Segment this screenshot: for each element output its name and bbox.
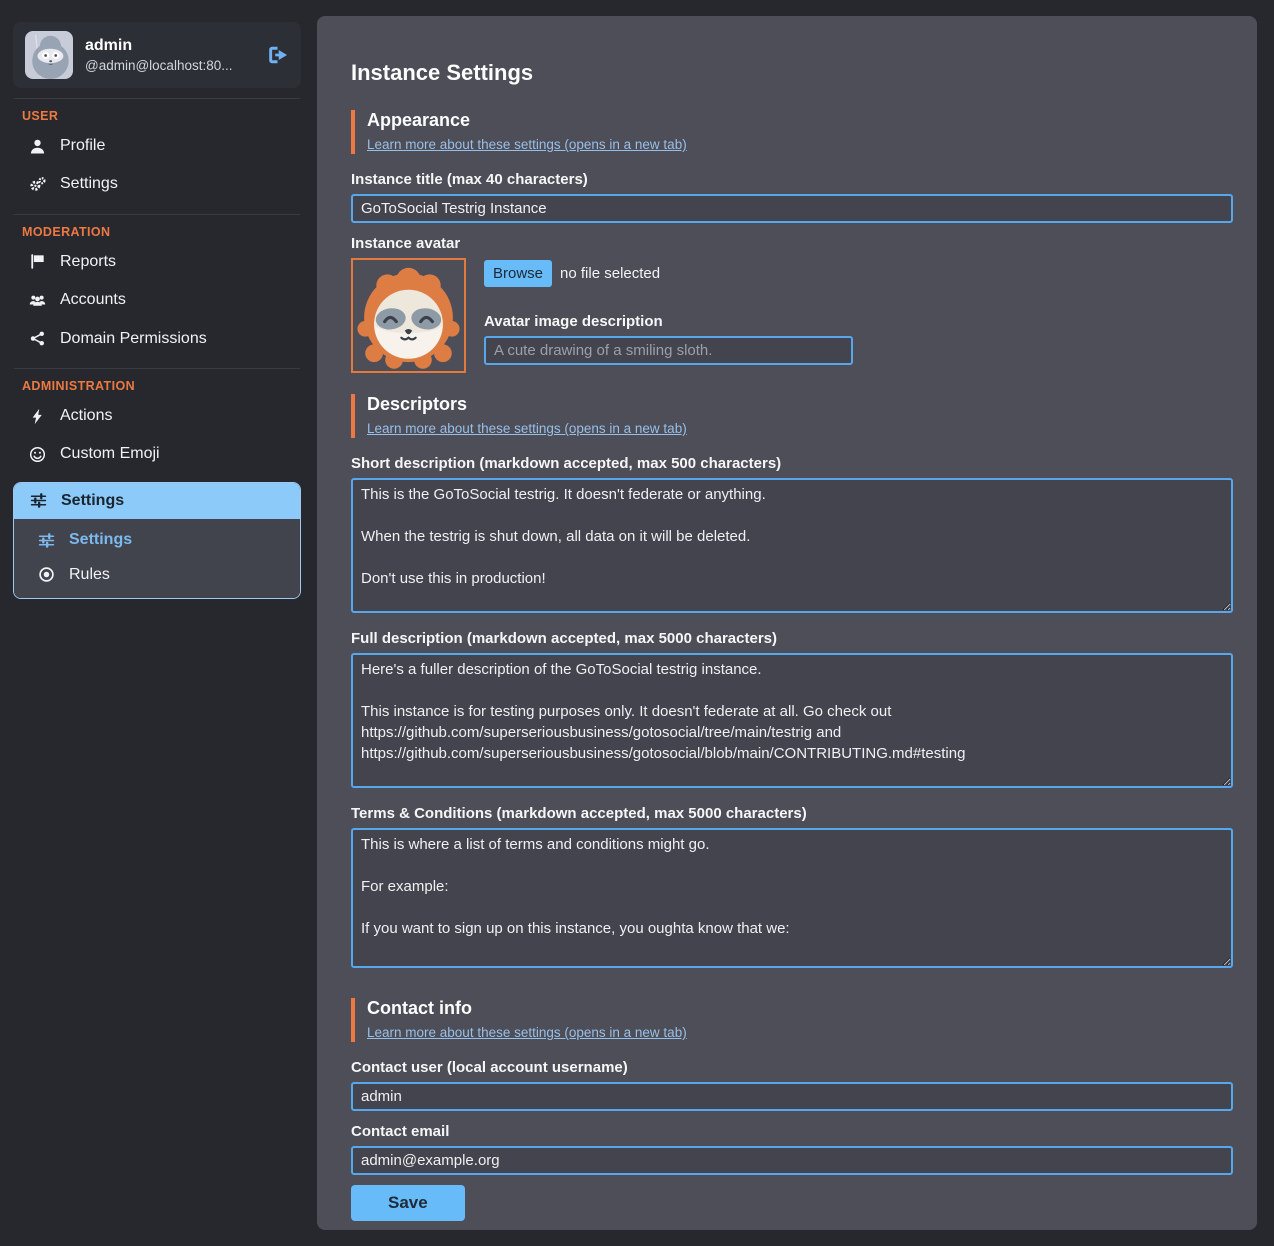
descriptors-learn-more-link[interactable]: Learn more about these settings (opens i… <box>367 421 687 436</box>
page-title: Instance Settings <box>351 60 1233 86</box>
user-icon <box>27 138 47 155</box>
sidebar-item-domain-permissions[interactable]: Domain Permissions <box>13 320 301 358</box>
smiley-icon <box>27 446 47 463</box>
instance-title-label: Instance title (max 40 characters) <box>351 171 1233 188</box>
sidebar: admin @admin@localhost:80... USER Profil… <box>13 22 301 599</box>
sidebar-item-label: Accounts <box>60 291 126 309</box>
instance-title-input[interactable] <box>351 194 1233 223</box>
user-name: admin <box>85 37 232 55</box>
contact-learn-more-link[interactable]: Learn more about these settings (opens i… <box>367 1025 687 1040</box>
user-avatar <box>25 31 73 79</box>
sidebar-item-label: Settings <box>61 492 124 510</box>
file-status-text: no file selected <box>560 265 660 282</box>
descriptors-heading: Descriptors <box>367 394 1233 415</box>
sliders-icon <box>36 532 56 549</box>
full-description-textarea[interactable]: Here's a fuller description of the GoToS… <box>351 653 1233 788</box>
submenu-item-rules[interactable]: Rules <box>14 558 300 592</box>
submenu-item-settings[interactable]: Settings <box>14 523 300 557</box>
logout-icon[interactable] <box>267 45 289 65</box>
sidebar-item-custom-emoji[interactable]: Custom Emoji <box>13 435 301 473</box>
section-label-user: USER <box>22 109 301 123</box>
terms-label: Terms & Conditions (markdown accepted, m… <box>351 805 1233 822</box>
settings-group: Settings Settings <box>13 482 301 599</box>
instance-settings-panel: Instance Settings Appearance Learn more … <box>317 16 1257 1230</box>
contact-email-input[interactable] <box>351 1146 1233 1175</box>
contact-heading: Contact info <box>367 998 1233 1019</box>
divider <box>14 98 300 99</box>
share-nodes-icon <box>27 330 47 347</box>
settings-submenu: Settings Rules <box>14 519 300 598</box>
sidebar-item-label: Domain Permissions <box>60 330 207 348</box>
flag-icon <box>27 253 47 270</box>
contact-user-input[interactable] <box>351 1082 1233 1111</box>
submenu-item-label: Settings <box>69 531 132 549</box>
sidebar-item-profile[interactable]: Profile <box>13 127 301 165</box>
sidebar-item-accounts[interactable]: Accounts <box>13 281 301 319</box>
avatar-file-column: Browse no file selected Avatar image des… <box>484 258 853 373</box>
dot-circle-icon <box>36 566 56 583</box>
sidebar-item-reports[interactable]: Reports <box>13 243 301 281</box>
instance-avatar-row: Browse no file selected Avatar image des… <box>351 258 1233 373</box>
terms-textarea[interactable]: This is where a list of terms and condit… <box>351 828 1233 968</box>
save-button[interactable]: Save <box>351 1185 465 1221</box>
avatar-description-input[interactable] <box>484 336 853 365</box>
user-meta: admin @admin@localhost:80... <box>85 37 232 73</box>
sidebar-item-settings-active[interactable]: Settings <box>14 483 300 519</box>
section-label-moderation: MODERATION <box>22 225 301 239</box>
bolt-icon <box>27 408 47 425</box>
contact-section-head: Contact info Learn more about these sett… <box>351 998 1233 1042</box>
divider <box>14 214 300 215</box>
appearance-heading: Appearance <box>367 110 1233 131</box>
browse-button[interactable]: Browse <box>484 260 552 287</box>
full-description-label: Full description (markdown accepted, max… <box>351 630 1233 647</box>
appearance-section-head: Appearance Learn more about these settin… <box>351 110 1233 154</box>
short-description-textarea[interactable]: This is the GoToSocial testrig. It doesn… <box>351 478 1233 613</box>
divider <box>14 368 300 369</box>
appearance-learn-more-link[interactable]: Learn more about these settings (opens i… <box>367 137 687 152</box>
save-row: Save <box>351 1175 1233 1221</box>
sidebar-item-label: Reports <box>60 253 116 271</box>
instance-avatar-image <box>351 258 466 373</box>
gears-icon <box>27 176 47 193</box>
sidebar-item-label: Actions <box>60 407 112 425</box>
sliders-icon <box>28 492 48 509</box>
section-label-administration: ADMINISTRATION <box>22 379 301 393</box>
submenu-item-label: Rules <box>69 566 110 584</box>
descriptors-section-head: Descriptors Learn more about these setti… <box>351 394 1233 438</box>
file-input-row: Browse no file selected <box>484 260 853 287</box>
sidebar-item-label: Profile <box>60 137 105 155</box>
instance-avatar-label: Instance avatar <box>351 235 1233 252</box>
sidebar-item-user-settings[interactable]: Settings <box>13 165 301 203</box>
sidebar-item-label: Custom Emoji <box>60 445 160 463</box>
sidebar-item-label: Settings <box>60 175 118 193</box>
avatar-description-label: Avatar image description <box>484 313 853 330</box>
contact-email-label: Contact email <box>351 1123 1233 1140</box>
user-handle: @admin@localhost:80... <box>85 58 232 73</box>
user-card: admin @admin@localhost:80... <box>13 22 301 88</box>
contact-user-label: Contact user (local account username) <box>351 1059 1233 1076</box>
sidebar-item-actions[interactable]: Actions <box>13 397 301 435</box>
short-description-label: Short description (markdown accepted, ma… <box>351 455 1233 472</box>
users-icon <box>27 292 47 309</box>
